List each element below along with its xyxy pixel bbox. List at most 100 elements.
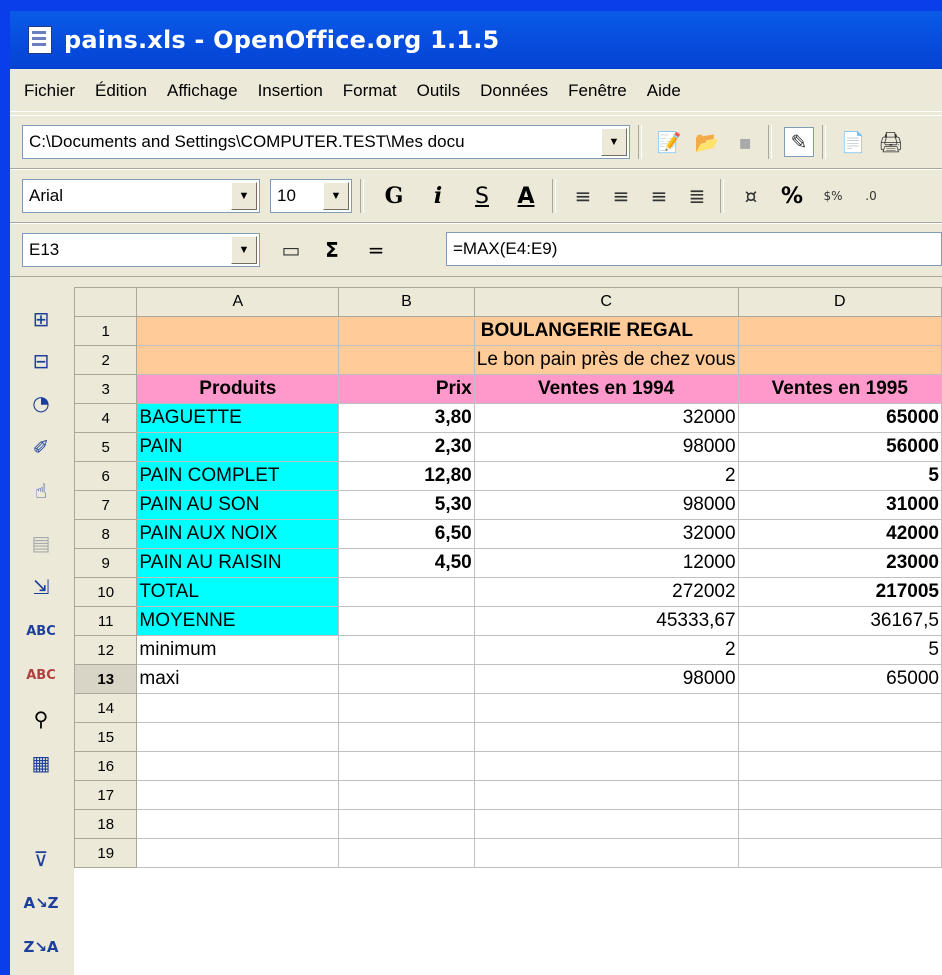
show-draw-functions-icon[interactable]: ✐ [24, 431, 58, 463]
font-name-combo[interactable]: Arial ▼ [22, 179, 260, 213]
menu-format[interactable]: Format [343, 81, 397, 101]
chevron-down-icon[interactable]: ▼ [323, 182, 349, 210]
empty-cell[interactable] [473, 751, 739, 781]
cell[interactable] [136, 345, 340, 375]
empty-cell[interactable] [136, 751, 340, 781]
cell-a[interactable]: PAIN COMPLET [136, 461, 340, 491]
select-all-corner[interactable] [74, 287, 138, 317]
empty-cell[interactable] [338, 780, 475, 810]
row-header[interactable]: 12 [74, 635, 138, 665]
row-header[interactable]: 14 [74, 693, 138, 723]
row-header[interactable]: 15 [74, 722, 138, 752]
cell-a[interactable]: PAIN AU SON [136, 490, 340, 520]
cell-d[interactable]: 36167,5 [737, 606, 942, 636]
export-pdf-icon[interactable]: 📄 [838, 127, 868, 157]
cell[interactable] [338, 345, 475, 375]
cell-c[interactable]: 98000 [473, 432, 739, 462]
insert-object-icon[interactable]: ◔ [24, 387, 58, 419]
row-header[interactable]: 7 [74, 490, 138, 520]
empty-cell[interactable] [338, 809, 475, 839]
menu-edition[interactable]: Édition [95, 81, 147, 101]
formula-input[interactable]: =MAX(E4:E9) [446, 232, 942, 266]
bold-button[interactable]: G [376, 179, 412, 213]
underline-button[interactable]: S [464, 179, 500, 213]
sheet-title[interactable]: BOULANGERIE REGAL [473, 316, 739, 346]
spreadsheet-document-icon[interactable] [28, 26, 52, 54]
align-right-icon[interactable]: ≡ [644, 181, 674, 211]
cell-b[interactable]: 4,50 [338, 548, 475, 578]
menu-aide[interactable]: Aide [647, 81, 681, 101]
cell-b[interactable]: 6,50 [338, 519, 475, 549]
save-disabled-icon[interactable]: ▪ [730, 127, 760, 157]
header-cell[interactable]: Ventes en 1994 [473, 374, 739, 404]
chevron-down-icon[interactable]: ▼ [231, 182, 257, 210]
name-box[interactable]: E13 ▼ [22, 233, 260, 267]
row-header[interactable]: 13 [74, 664, 138, 694]
empty-cell[interactable] [737, 780, 942, 810]
empty-cell[interactable] [136, 722, 340, 752]
spellcheck-icon[interactable]: ABC [24, 615, 58, 647]
chevron-down-icon[interactable]: ▼ [601, 128, 627, 156]
cell-a[interactable]: PAIN AU RAISIN [136, 548, 340, 578]
row-header[interactable]: 4 [74, 403, 138, 433]
add-decimal-icon[interactable]: .0 [856, 181, 886, 211]
column-header-b[interactable]: B [338, 287, 475, 317]
menu-fenetre[interactable]: Fenêtre [568, 81, 627, 101]
empty-cell[interactable] [338, 751, 475, 781]
cell-c[interactable]: 98000 [473, 490, 739, 520]
cell-a[interactable]: minimum [136, 635, 340, 665]
cell-c[interactable]: 45333,67 [473, 606, 739, 636]
empty-cell[interactable] [338, 722, 475, 752]
insert-field-icon[interactable]: ▤ [24, 527, 58, 559]
cell[interactable] [136, 316, 340, 346]
empty-cell[interactable] [737, 809, 942, 839]
font-color-icon[interactable]: A [508, 179, 544, 213]
cell-a[interactable]: maxi [136, 664, 340, 694]
row-header[interactable]: 9 [74, 548, 138, 578]
cell-d[interactable]: 56000 [737, 432, 942, 462]
percent-format-button[interactable]: % [774, 179, 810, 213]
header-cell[interactable]: Prix [338, 374, 475, 404]
italic-button[interactable]: i [420, 179, 456, 213]
cell-a[interactable]: MOYENNE [136, 606, 340, 636]
cell-d[interactable]: 5 [737, 461, 942, 491]
url-combo[interactable]: C:\Documents and Settings\COMPUTER.TEST\… [22, 125, 630, 159]
menu-donnees[interactable]: Données [480, 81, 548, 101]
cell-a[interactable]: BAGUETTE [136, 403, 340, 433]
cell-b[interactable] [338, 664, 475, 694]
cell[interactable] [737, 316, 942, 346]
empty-cell[interactable] [473, 722, 739, 752]
chevron-down-icon[interactable]: ▼ [231, 236, 257, 264]
header-cell[interactable]: Ventes en 1995 [737, 374, 942, 404]
find-replace-icon[interactable]: ⚲ [24, 703, 58, 735]
cell-c[interactable]: 2 [473, 461, 739, 491]
row-header[interactable]: 5 [74, 432, 138, 462]
sum-button[interactable]: Σ [314, 233, 350, 267]
cell-d[interactable]: 42000 [737, 519, 942, 549]
sort-ascending-icon[interactable]: A↘Z [23, 887, 58, 919]
row-header[interactable]: 1 [74, 316, 138, 346]
menu-outils[interactable]: Outils [417, 81, 460, 101]
column-header-c[interactable]: C [473, 287, 739, 317]
row-header[interactable]: 16 [74, 751, 138, 781]
navigator-icon[interactable]: ⇲ [24, 571, 58, 603]
cell-a[interactable]: TOTAL [136, 577, 340, 607]
cell-d[interactable]: 65000 [737, 403, 942, 433]
auto-spellcheck-icon[interactable]: ABC [24, 659, 58, 691]
cell-d[interactable]: 217005 [737, 577, 942, 607]
empty-cell[interactable] [338, 693, 475, 723]
cell-b[interactable]: 2,30 [338, 432, 475, 462]
empty-cell[interactable] [473, 809, 739, 839]
menu-fichier[interactable]: Fichier [24, 81, 75, 101]
column-header-d[interactable]: D [737, 287, 942, 317]
cell-b[interactable]: 12,80 [338, 461, 475, 491]
align-center-icon[interactable]: ≡ [606, 181, 636, 211]
row-header[interactable]: 11 [74, 606, 138, 636]
function-wizard-icon[interactable]: ▭ [276, 235, 306, 265]
cell[interactable] [338, 316, 475, 346]
empty-cell[interactable] [737, 722, 942, 752]
row-header[interactable]: 6 [74, 461, 138, 491]
empty-cell[interactable] [136, 809, 340, 839]
empty-cell[interactable] [338, 838, 475, 868]
row-header[interactable]: 3 [74, 374, 138, 404]
